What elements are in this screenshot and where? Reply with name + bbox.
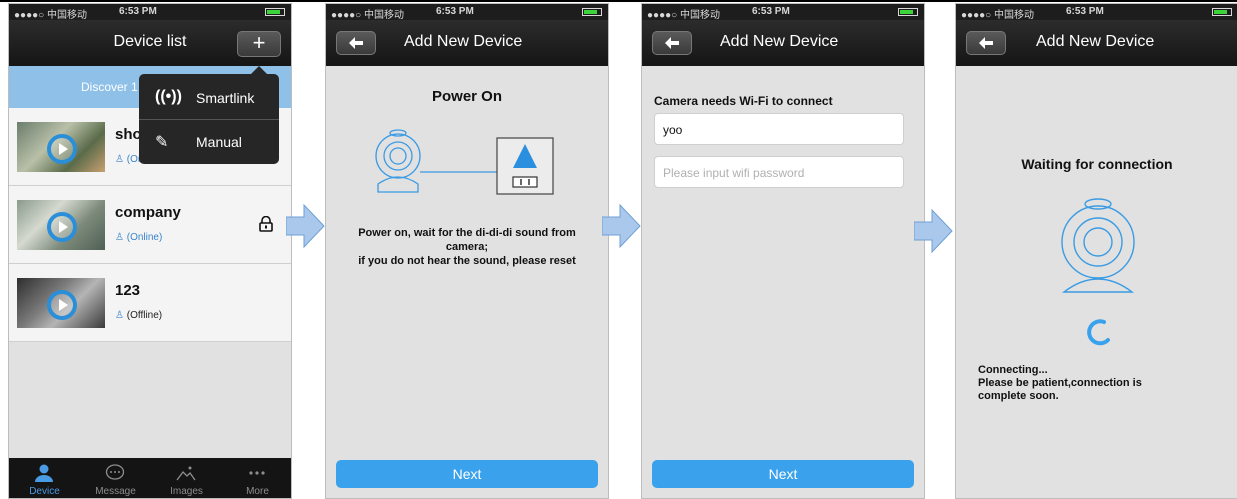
mountain-icon [176, 466, 196, 481]
play-icon[interactable] [47, 212, 77, 242]
back-button[interactable] [652, 31, 692, 55]
status-bar: ●●●●○ 中国移动 6:53 PM [326, 4, 608, 21]
chat-bubble-icon [105, 464, 125, 480]
battery-icon [582, 8, 602, 16]
navbar: Device list + [9, 20, 291, 66]
menu-item-smartlink[interactable]: ((•)) Smartlink [139, 76, 279, 120]
back-arrow-icon [665, 37, 679, 49]
discover-text: Discover 1 [81, 80, 138, 94]
device-name: company [115, 204, 181, 221]
device-status: ♙ (Offline) [115, 310, 163, 321]
loading-spinner-icon [1087, 319, 1110, 346]
connection-status-text: Connecting... Please be patient,connecti… [978, 364, 1142, 402]
camera-icon [1061, 198, 1135, 293]
device-thumbnail[interactable] [17, 200, 105, 250]
device-status: ♙ (Online) [115, 232, 163, 243]
tab-device[interactable]: Device [9, 458, 80, 498]
battery-icon [898, 8, 918, 16]
wifi-password-input[interactable]: Please input wifi password [654, 156, 904, 188]
play-icon[interactable] [47, 134, 77, 164]
add-menu: ((•)) Smartlink ✎ Manual [139, 66, 279, 164]
device-name: 123 [115, 282, 141, 299]
device-row[interactable]: company ♙ (Online) [9, 186, 291, 264]
next-button[interactable]: Next [652, 460, 914, 488]
menu-item-manual[interactable]: ✎ Manual [139, 120, 279, 164]
smartlink-icon: ((•)) [155, 88, 182, 105]
tab-message[interactable]: Message [80, 458, 151, 498]
screen-device-list: ●●●●○ 中国移动 6:53 PM Device list + Discove… [8, 3, 292, 499]
section-heading: Waiting for connection [1021, 156, 1173, 172]
clock: 6:53 PM [752, 6, 790, 17]
device-name: sho [115, 126, 142, 143]
screen-waiting-connection: ●●●●○ 中国移动 6:53 PM Add New Device Waitin… [955, 3, 1237, 499]
back-button[interactable] [336, 31, 376, 55]
person-icon [35, 464, 53, 482]
camera-power-illustration [375, 129, 554, 195]
carrier-label: ●●●●○ 中国移动 [961, 10, 1034, 21]
tab-more[interactable]: More [222, 458, 291, 498]
menu-label: Manual [196, 134, 242, 150]
clock: 6:53 PM [1066, 6, 1104, 17]
pen-icon: ✎ [155, 134, 169, 151]
menu-label: Smartlink [196, 90, 255, 106]
user-icon: ♙ [115, 232, 127, 243]
screen-power-on: ●●●●○ 中国移动 6:53 PM Add New Device Power … [325, 3, 609, 499]
clock: 6:53 PM [119, 6, 157, 17]
back-arrow-icon [979, 37, 993, 49]
top-border [0, 0, 1237, 2]
carrier-label: ●●●●○ 中国移动 [14, 10, 87, 21]
tab-images[interactable]: Images [151, 458, 222, 498]
navbar: Add New Device [326, 20, 608, 66]
next-button[interactable]: Next [336, 460, 598, 488]
screen-wifi-setup: ●●●●○ 中国移动 6:53 PM Add New Device Camera… [641, 3, 925, 499]
device-row[interactable]: 123 ♙ (Offline) [9, 264, 291, 342]
device-thumbnail[interactable] [17, 278, 105, 328]
tab-bar: Device Message Images More [9, 458, 291, 498]
page-title: Add New Device [1036, 33, 1155, 50]
back-arrow-icon [349, 37, 363, 49]
battery-icon [265, 8, 285, 16]
ssid-input[interactable]: yoo [654, 113, 904, 145]
status-bar: ●●●●○ 中国移动 6:53 PM [9, 4, 291, 21]
navbar: Add New Device [956, 20, 1237, 66]
device-thumbnail[interactable] [17, 122, 105, 172]
add-device-button[interactable]: + [237, 31, 281, 57]
navbar: Add New Device [642, 20, 924, 66]
back-button[interactable] [966, 31, 1006, 55]
wifi-label: Camera needs Wi-Fi to connect [654, 94, 833, 108]
carrier-label: ●●●●○ 中国移动 [331, 10, 404, 21]
arrow-right-icon [914, 208, 953, 254]
user-icon: ♙ [115, 310, 127, 321]
lock-icon[interactable] [259, 216, 273, 232]
clock: 6:53 PM [436, 6, 474, 17]
arrow-right-icon [286, 203, 325, 249]
instruction-text: Power on, wait for the di-di-di sound fr… [358, 227, 576, 267]
play-icon[interactable] [47, 290, 77, 320]
page-title: Add New Device [404, 33, 523, 50]
more-dots-icon [249, 471, 265, 475]
carrier-label: ●●●●○ 中国移动 [647, 10, 720, 21]
section-heading: Power On [431, 88, 502, 105]
page-title: Add New Device [720, 33, 839, 50]
arrow-right-icon [602, 203, 641, 249]
user-icon: ♙ [115, 154, 127, 165]
status-bar: ●●●●○ 中国移动 6:53 PM [956, 4, 1237, 21]
status-bar: ●●●●○ 中国移动 6:53 PM [642, 4, 924, 21]
battery-icon [1212, 8, 1232, 16]
